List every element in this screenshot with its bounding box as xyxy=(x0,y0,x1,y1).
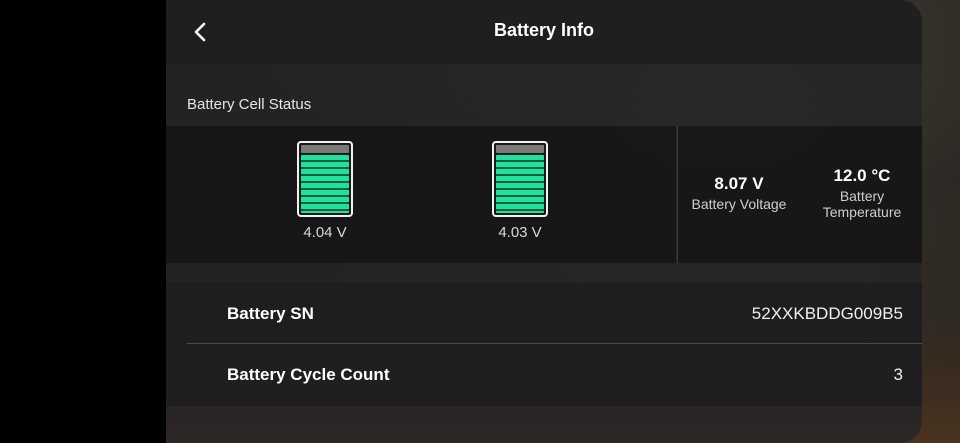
battery-sn-label: Battery SN xyxy=(227,304,314,323)
battery-cycle-count-label: Battery Cycle Count xyxy=(227,365,390,384)
battery-cell-icon xyxy=(297,141,353,217)
battery-stats-box: 8.07 V Battery Voltage 12.0 °C Battery T… xyxy=(677,126,922,263)
cell-voltage: 4.04 V xyxy=(303,224,347,241)
battery-cell-1: 4.04 V xyxy=(285,141,365,241)
battery-voltage-value: 8.07 V xyxy=(714,174,764,193)
battery-cell-level xyxy=(496,155,544,213)
battery-temperature-value: 12.0 °C xyxy=(833,166,891,185)
battery-cycle-count-row: Battery Cycle Count 3 xyxy=(166,344,922,406)
battery-cell-2: 4.03 V xyxy=(480,141,560,241)
battery-temperature-stat: 12.0 °C Battery Temperature xyxy=(802,166,922,220)
battery-sn-value: 52XXKBDDG009B5 xyxy=(751,304,903,323)
battery-info-panel: Battery Info Battery Cell Status 4.04 V … xyxy=(166,0,922,443)
battery-cell-level xyxy=(301,155,349,213)
cell-status-box: 4.04 V 4.03 V xyxy=(166,126,676,263)
page-title: Battery Info xyxy=(493,20,594,40)
screen: Battery Info Battery Cell Status 4.04 V … xyxy=(0,0,960,443)
cell-status-label: Battery Cell Status xyxy=(187,96,312,113)
battery-voltage-stat: 8.07 V Battery Voltage xyxy=(678,174,800,212)
battery-temperature-label: Battery Temperature xyxy=(822,188,902,220)
header-bar: Battery Info xyxy=(166,0,922,64)
battery-sn-row: Battery SN 52XXKBDDG009B5 xyxy=(166,283,922,345)
cell-voltage: 4.03 V xyxy=(498,224,542,241)
battery-cycle-count-value: 3 xyxy=(893,365,903,384)
battery-voltage-label: Battery Voltage xyxy=(691,196,787,212)
battery-cell-icon xyxy=(492,141,548,217)
